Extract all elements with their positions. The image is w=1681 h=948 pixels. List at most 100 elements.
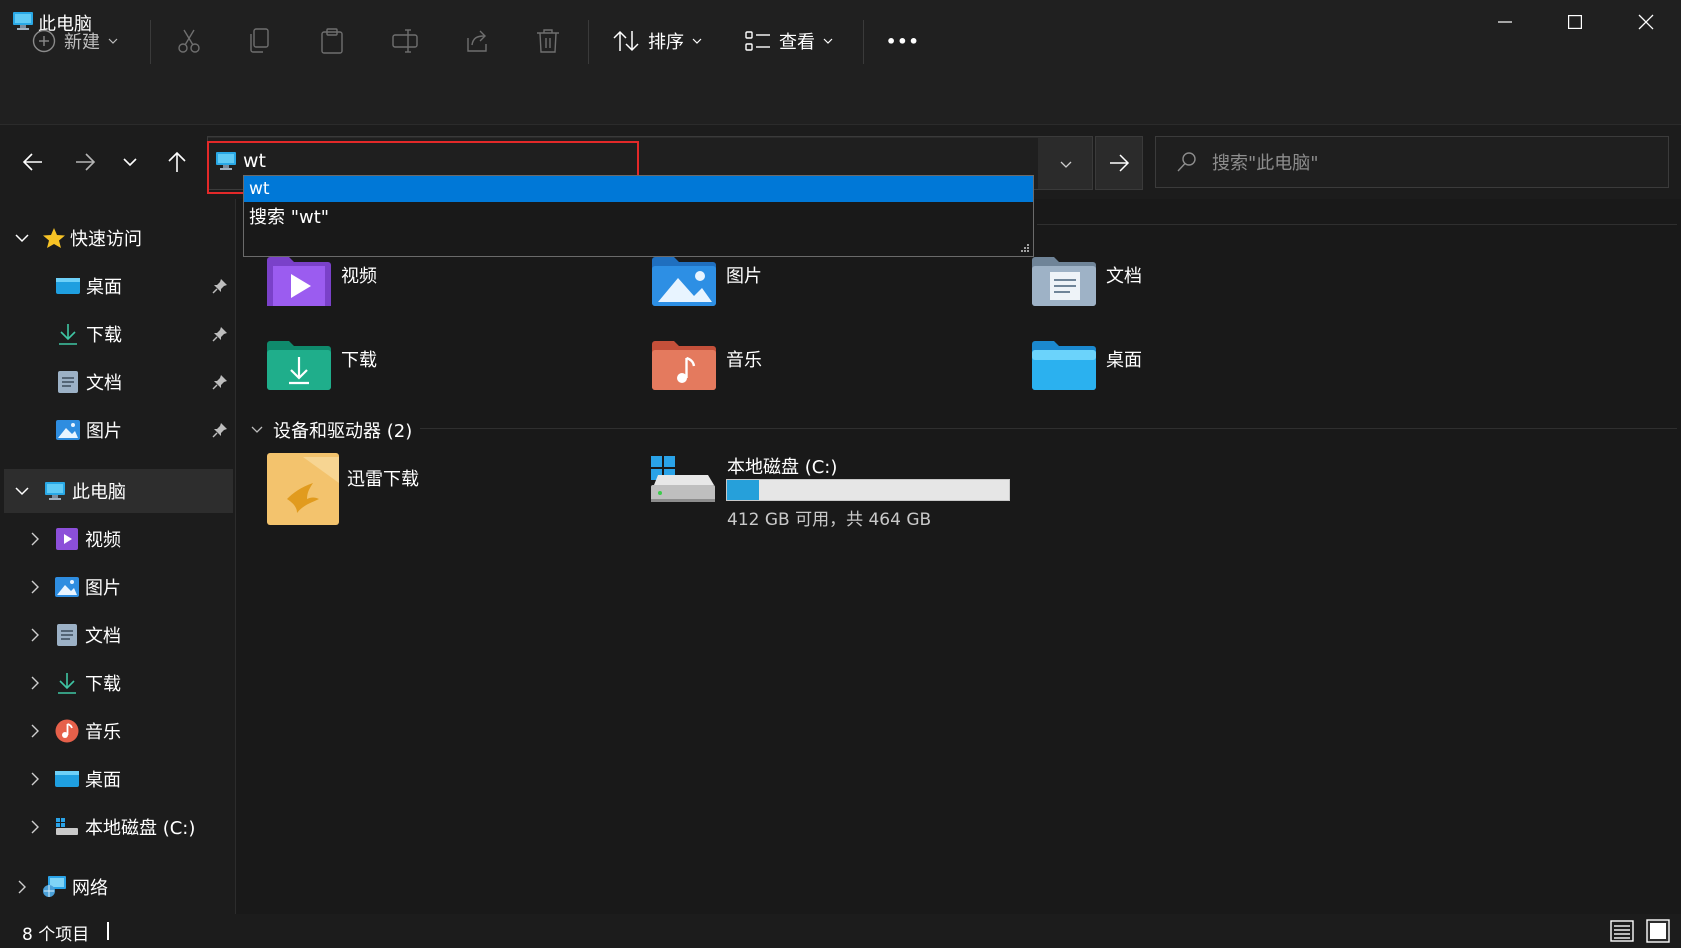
resize-grip-icon[interactable] [1020, 243, 1030, 253]
sidebar-item-label: 桌面 [86, 277, 122, 298]
toolbar-divider [150, 20, 151, 64]
sidebar-item-this-pc[interactable]: 此电脑 [4, 469, 233, 513]
sidebar-item-downloads[interactable]: 下载 [0, 661, 236, 705]
new-button[interactable]: 新建 [32, 18, 118, 64]
paste-button[interactable] [320, 18, 344, 64]
sidebar-item-music[interactable]: 音乐 [0, 709, 236, 753]
xunlei-folder-icon [267, 453, 339, 525]
close-icon [1638, 14, 1654, 30]
section-divider [420, 428, 1677, 429]
music-icon [55, 719, 79, 743]
suggestion-item-search[interactable]: 搜索 "wt" [244, 204, 1033, 232]
sidebar-item-videos[interactable]: 视频 [0, 517, 236, 561]
pin-icon[interactable] [212, 326, 228, 342]
document-icon [57, 624, 77, 646]
folder-documents[interactable]: 文档 [1032, 256, 1142, 306]
sidebar-item-documents[interactable]: 文档 [0, 613, 236, 657]
navigation-pane[interactable]: 快速访问 桌面 下载 文档 图片 此电脑 视频 图片 文档 下载 音乐 桌面 本… [0, 199, 236, 914]
details-view-button[interactable] [1610, 920, 1634, 942]
sidebar-item-label: 网络 [72, 878, 108, 899]
share-button[interactable] [464, 18, 490, 64]
chevron-right-icon[interactable] [14, 880, 30, 894]
chevron-down-icon [692, 38, 702, 44]
sidebar-item-downloads[interactable]: 下载 [0, 312, 236, 356]
sidebar-item-desktop[interactable]: 桌面 [0, 757, 236, 801]
arrow-right-icon [1110, 154, 1130, 172]
sidebar-item-quick-access[interactable]: 快速访问 [0, 216, 236, 260]
cut-button[interactable] [176, 18, 202, 64]
forward-button[interactable] [65, 140, 105, 184]
chevron-right-icon[interactable] [27, 532, 43, 546]
chevron-right-icon[interactable] [27, 820, 43, 834]
sidebar-item-label: 桌面 [85, 770, 121, 791]
large-icons-view-button[interactable] [1646, 919, 1670, 943]
devices-section-header[interactable]: 设备和驱动器 (2) [251, 417, 412, 443]
folder-label: 音乐 [726, 350, 762, 371]
sidebar-item-desktop[interactable]: 桌面 [0, 264, 236, 308]
up-button[interactable] [157, 140, 197, 184]
view-button[interactable]: 查看 [745, 18, 833, 64]
recent-locations-button[interactable] [110, 140, 150, 184]
folder-desktop[interactable]: 桌面 [1032, 340, 1142, 390]
chevron-right-icon[interactable] [27, 628, 43, 642]
arrow-right-icon [76, 153, 96, 171]
copy-button[interactable] [248, 18, 272, 64]
plus-circle-icon [32, 29, 56, 53]
folder-videos[interactable]: 视频 [267, 256, 377, 306]
video-icon [56, 528, 78, 550]
pin-icon[interactable] [212, 374, 228, 390]
desktop-icon [56, 278, 80, 294]
sidebar-item-network[interactable]: 网络 [0, 865, 236, 909]
music-folder-icon [652, 341, 716, 390]
copy-icon [250, 28, 269, 53]
suggestion-item-selected[interactable]: wt [244, 176, 1033, 202]
pin-icon[interactable] [212, 278, 228, 294]
arrow-left-icon [22, 153, 42, 171]
sidebar-item-label: 本地磁盘 (C:) [85, 818, 196, 839]
go-button[interactable] [1095, 136, 1143, 190]
this-pc-icon [45, 482, 65, 500]
content-pane[interactable]: 视频 图片 文档 下载 音乐 桌面 设备和驱动器 (2) 迅雷下载 本地磁盘 (… [237, 199, 1681, 914]
folder-label: 桌面 [1106, 350, 1142, 371]
new-label: 新建 [64, 32, 100, 53]
address-suggestions: wt 搜索 "wt" [243, 175, 1034, 257]
desktop-folder-icon [1032, 341, 1096, 390]
sort-label: 排序 [648, 32, 684, 53]
folder-music[interactable]: 音乐 [652, 340, 762, 390]
sort-button[interactable]: 排序 [612, 18, 702, 64]
document-icon [58, 371, 78, 393]
drive-icon [56, 818, 78, 835]
rename-icon [392, 29, 418, 53]
network-icon [43, 876, 66, 897]
maximize-button[interactable] [1540, 0, 1610, 44]
sidebar-item-documents[interactable]: 文档 [0, 360, 236, 404]
chevron-right-icon[interactable] [27, 580, 43, 594]
chevron-right-icon[interactable] [27, 676, 43, 690]
back-button[interactable] [13, 140, 53, 184]
rename-button[interactable] [392, 18, 418, 64]
sidebar-item-local-disk[interactable]: 本地磁盘 (C:) [0, 805, 236, 849]
delete-button[interactable] [536, 18, 560, 64]
folder-pictures[interactable]: 图片 [652, 256, 762, 306]
sidebar-item-pictures[interactable]: 图片 [0, 565, 236, 609]
pin-icon[interactable] [212, 422, 228, 438]
close-button[interactable] [1611, 0, 1681, 44]
more-options-button[interactable]: ••• [886, 18, 920, 64]
sidebar-item-pictures[interactable]: 图片 [0, 408, 236, 452]
search-box[interactable]: 搜索"此电脑" [1155, 136, 1669, 188]
minimize-button[interactable] [1470, 0, 1540, 44]
folder-downloads[interactable]: 下载 [267, 340, 377, 390]
sidebar-item-label: 此电脑 [72, 482, 126, 503]
device-xunlei-downloads[interactable]: 迅雷下载 [267, 453, 419, 525]
device-local-disk-c[interactable] [650, 455, 716, 511]
chevron-down-icon[interactable] [14, 233, 30, 243]
section-title: 设备和驱动器 (2) [273, 421, 413, 442]
chevron-right-icon[interactable] [27, 724, 43, 738]
search-icon [1177, 152, 1196, 172]
trash-icon [537, 29, 559, 53]
chevron-right-icon[interactable] [27, 772, 43, 786]
address-dropdown-button[interactable] [1040, 138, 1092, 190]
video-folder-icon [267, 257, 331, 306]
view-list-icon [745, 31, 770, 51]
chevron-down-icon[interactable] [14, 486, 30, 496]
